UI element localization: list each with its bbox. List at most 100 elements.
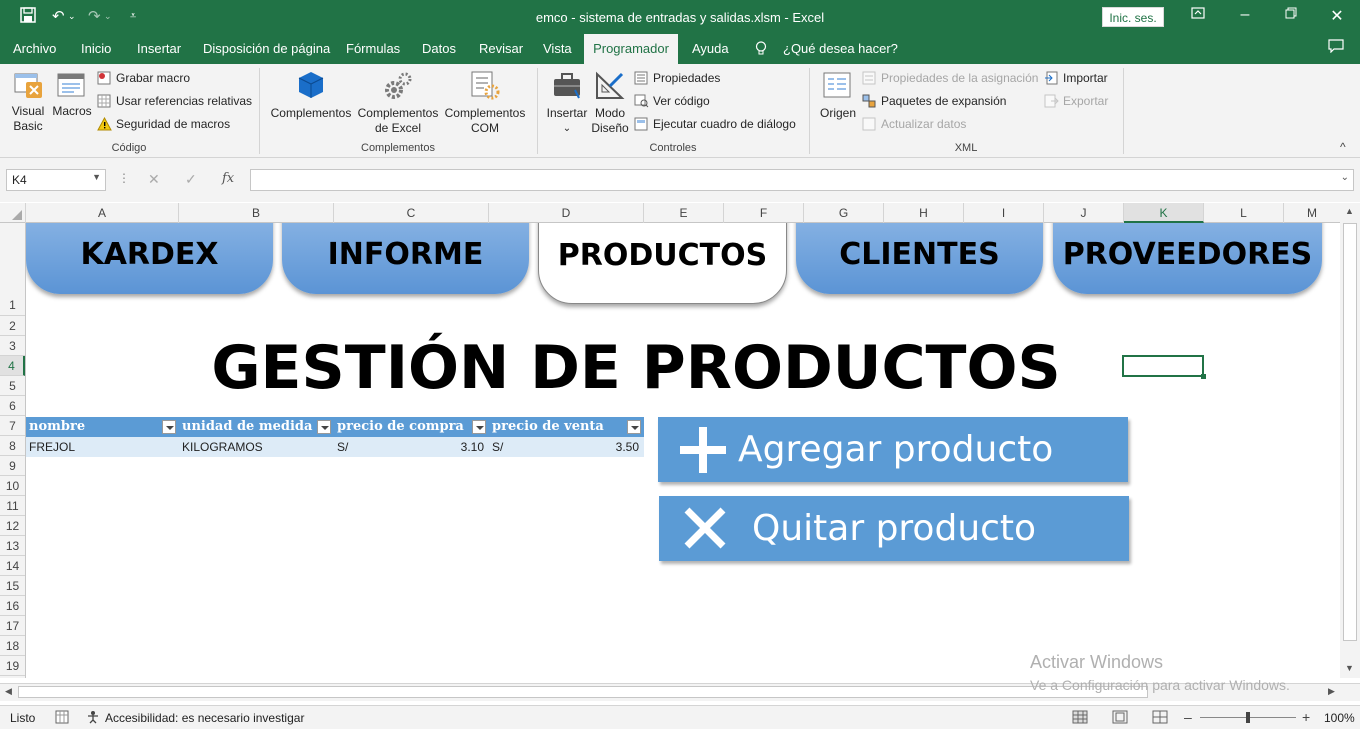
- row-header-17[interactable]: 17: [0, 616, 25, 636]
- tab-insertar[interactable]: Insertar: [137, 41, 181, 56]
- expansion-packs-button[interactable]: Paquetes de expansión: [862, 93, 1040, 111]
- table-cell[interactable]: FREJOL: [26, 437, 179, 457]
- column-header-g[interactable]: G: [804, 203, 884, 223]
- row-header-16[interactable]: 16: [0, 596, 25, 616]
- select-all-corner[interactable]: [0, 203, 26, 223]
- tab-datos[interactable]: Datos: [422, 41, 456, 56]
- table-cell[interactable]: S/ 3.50: [489, 437, 644, 457]
- refresh-data-button[interactable]: Actualizar datos: [862, 116, 1040, 134]
- zoom-in-icon[interactable]: +: [1302, 709, 1310, 725]
- excel-addins-button[interactable]: Complementos de Excel: [356, 70, 440, 140]
- column-header-k[interactable]: K: [1124, 203, 1204, 223]
- normal-view-icon[interactable]: [1072, 710, 1088, 727]
- column-header-m[interactable]: M: [1284, 203, 1340, 223]
- filter-dropdown-icon[interactable]: [162, 420, 176, 434]
- minimize-icon[interactable]: –: [1230, 6, 1260, 24]
- column-header-a[interactable]: A: [26, 203, 179, 223]
- selected-cell-k4[interactable]: [1122, 355, 1206, 379]
- macro-security-button[interactable]: Seguridad de macros: [97, 116, 257, 134]
- column-header-i[interactable]: I: [964, 203, 1044, 223]
- column-header-b[interactable]: B: [179, 203, 334, 223]
- filter-dropdown-icon[interactable]: [627, 420, 641, 434]
- nav-tab-informe[interactable]: INFORME: [282, 223, 529, 294]
- design-mode-button[interactable]: Modo Diseño: [591, 70, 629, 140]
- scroll-right-icon[interactable]: ▶: [1328, 686, 1335, 697]
- name-box[interactable]: K4 ▼: [6, 169, 106, 191]
- page-layout-icon[interactable]: [1112, 710, 1128, 727]
- map-properties-button[interactable]: Propiedades de la asignación: [862, 70, 1040, 88]
- close-icon[interactable]: ✕: [1322, 6, 1352, 26]
- nav-tab-proveedores[interactable]: PROVEEDORES: [1053, 223, 1322, 294]
- row-header-19[interactable]: 19: [0, 656, 25, 676]
- row-header-1[interactable]: 1: [0, 223, 25, 316]
- row-header-11[interactable]: 11: [0, 496, 25, 516]
- macro-record-icon[interactable]: [55, 710, 69, 727]
- cancel-icon[interactable]: ✕: [148, 171, 160, 188]
- tab-programador[interactable]: Programador: [584, 34, 678, 64]
- relative-references-button[interactable]: Usar referencias relativas: [97, 93, 257, 111]
- collapse-ribbon-icon[interactable]: ^: [1340, 140, 1346, 154]
- nav-tab-productos[interactable]: PRODUCTOS: [538, 223, 787, 304]
- row-header-13[interactable]: 13: [0, 536, 25, 556]
- page-break-icon[interactable]: [1152, 710, 1168, 727]
- tab-vista[interactable]: Vista: [543, 41, 572, 56]
- zoom-slider-thumb[interactable]: [1246, 712, 1250, 723]
- properties-button[interactable]: Propiedades: [634, 70, 804, 88]
- xml-source-button[interactable]: Origen: [818, 70, 858, 134]
- column-header-d[interactable]: D: [489, 203, 644, 223]
- chevron-down-icon[interactable]: ▼: [92, 172, 101, 182]
- confirm-icon[interactable]: ✓: [185, 171, 197, 188]
- tab-archivo[interactable]: Archivo: [13, 41, 56, 56]
- expand-formula-icon[interactable]: ⌄: [1341, 172, 1349, 183]
- tab-disposicion[interactable]: Disposición de página: [203, 41, 330, 56]
- restore-icon[interactable]: [1276, 6, 1306, 24]
- scroll-thumb[interactable]: [1343, 223, 1357, 641]
- zoom-out-icon[interactable]: –: [1184, 709, 1192, 725]
- table-cell[interactable]: S/ 3.10: [334, 437, 489, 457]
- complementos-button[interactable]: Complementos: [268, 70, 354, 134]
- row-header-9[interactable]: 9: [0, 456, 25, 476]
- row-header-14[interactable]: 14: [0, 556, 25, 576]
- row-header-6[interactable]: 6: [0, 396, 25, 416]
- row-header-15[interactable]: 15: [0, 576, 25, 596]
- import-button[interactable]: Importar: [1044, 70, 1124, 88]
- row-header-2[interactable]: 2: [0, 316, 25, 336]
- scroll-left-icon[interactable]: ◀: [5, 686, 12, 697]
- row-header-5[interactable]: 5: [0, 376, 25, 396]
- column-header-l[interactable]: L: [1204, 203, 1284, 223]
- vertical-scrollbar[interactable]: ▲ ▼: [1340, 203, 1360, 678]
- com-addins-button[interactable]: Complementos COM: [442, 70, 528, 140]
- visual-basic-button[interactable]: Visual Basic: [10, 70, 46, 134]
- tell-me-search[interactable]: ¿Qué desea hacer?: [783, 41, 898, 56]
- record-macro-button[interactable]: Grabar macro: [97, 70, 257, 88]
- accessibility-icon[interactable]: [86, 710, 102, 727]
- row-header-3[interactable]: 3: [0, 336, 25, 356]
- scroll-up-icon[interactable]: ▲: [1345, 206, 1354, 216]
- tab-revisar[interactable]: Revisar: [479, 41, 523, 56]
- zoom-level[interactable]: 100%: [1324, 711, 1355, 725]
- row-header-12[interactable]: 12: [0, 516, 25, 536]
- macros-button[interactable]: Macros: [52, 70, 92, 134]
- ribbon-display-icon[interactable]: [1183, 6, 1213, 24]
- accessibility-status[interactable]: Accesibilidad: es necesario investigar: [105, 711, 304, 725]
- scroll-down-icon[interactable]: ▼: [1345, 663, 1354, 673]
- run-dialog-button[interactable]: Ejecutar cuadro de diálogo: [634, 116, 804, 134]
- column-header-j[interactable]: J: [1044, 203, 1124, 223]
- insert-function-icon[interactable]: fx: [222, 171, 234, 186]
- row-header-4[interactable]: 4: [0, 356, 25, 376]
- formula-input[interactable]: ⌄: [250, 169, 1354, 191]
- tab-ayuda[interactable]: Ayuda: [692, 41, 729, 56]
- column-header-c[interactable]: C: [334, 203, 489, 223]
- scroll-thumb[interactable]: [18, 686, 1148, 698]
- row-header-10[interactable]: 10: [0, 476, 25, 496]
- row-header-18[interactable]: 18: [0, 636, 25, 656]
- filter-dropdown-icon[interactable]: [317, 420, 331, 434]
- table-cell[interactable]: KILOGRAMOS: [179, 437, 334, 457]
- nav-tab-kardex[interactable]: KARDEX: [26, 223, 273, 294]
- view-code-button[interactable]: Ver código: [634, 93, 804, 111]
- tab-formulas[interactable]: Fórmulas: [346, 41, 400, 56]
- comments-icon[interactable]: [1328, 39, 1344, 56]
- column-header-e[interactable]: E: [644, 203, 724, 223]
- row-header-7[interactable]: 7: [0, 416, 25, 436]
- nav-tab-clientes[interactable]: CLIENTES: [796, 223, 1043, 294]
